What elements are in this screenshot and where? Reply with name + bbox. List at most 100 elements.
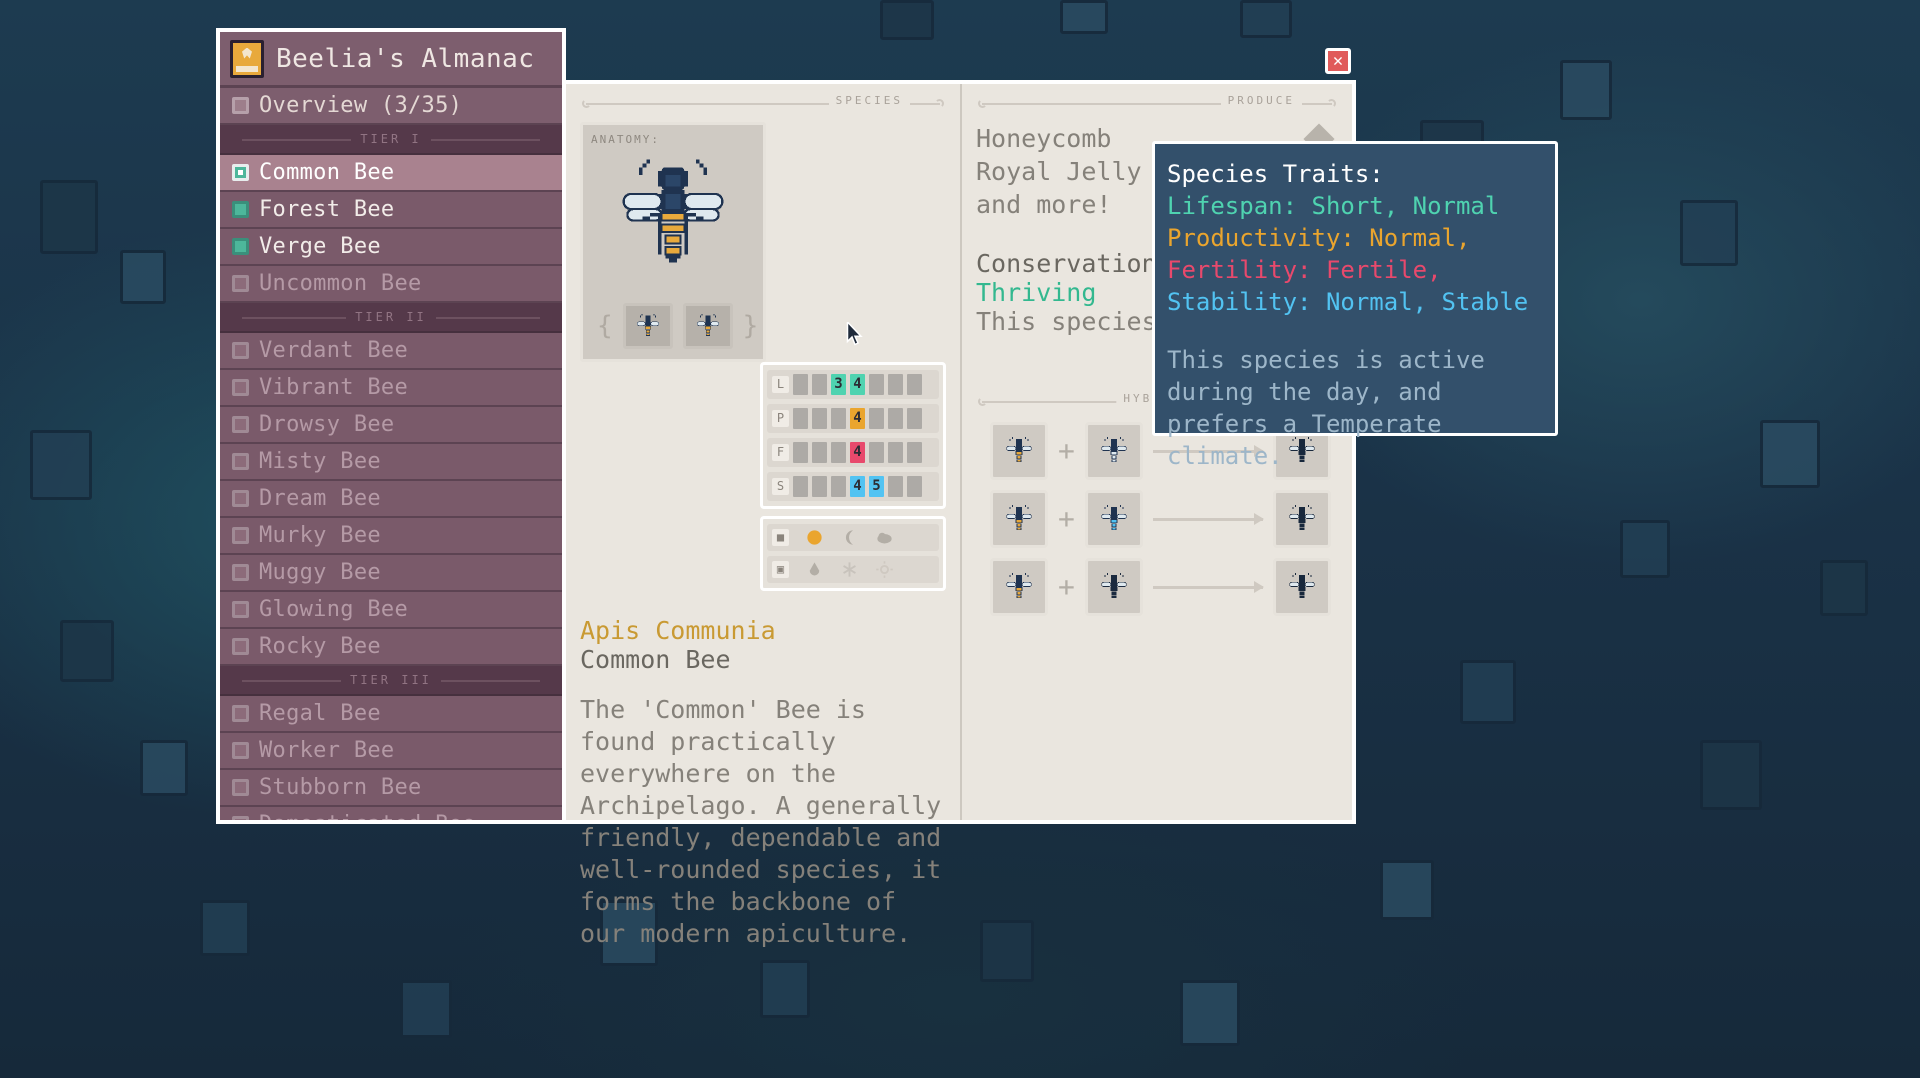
plus-icon: + xyxy=(1058,434,1075,467)
hybrid-parent-a[interactable] xyxy=(990,422,1048,480)
produce-header-label: PRODUCE xyxy=(1220,94,1302,107)
close-button[interactable]: ✕ xyxy=(1325,48,1351,74)
sidebar-item-common-bee[interactable]: Common Bee xyxy=(220,155,562,192)
sidebar-item-misty-bee[interactable]: Misty Bee xyxy=(220,444,562,481)
sidebar-item-drowsy-bee[interactable]: Drowsy Bee xyxy=(220,407,562,444)
hybrid-parent-b[interactable] xyxy=(1084,558,1143,616)
water-drop-icon[interactable] xyxy=(805,560,824,579)
stat-panel: L34 P4 F4 S45 ■ ▣ xyxy=(760,362,946,598)
stat-pip xyxy=(793,442,808,463)
hybrid-parent-b[interactable] xyxy=(1084,490,1143,548)
sidebar-item-label: Regal Bee xyxy=(259,701,381,726)
species-checkbox[interactable] xyxy=(232,564,249,581)
sidebar-item-overview[interactable]: Overview (3/35) xyxy=(220,88,562,125)
bee-icon xyxy=(1289,573,1315,599)
hybrid-parent-a[interactable] xyxy=(990,558,1048,616)
sidebar-item-stubborn-bee[interactable]: Stubborn Bee xyxy=(220,770,562,807)
species-checkbox[interactable] xyxy=(232,601,249,618)
species-checkbox[interactable] xyxy=(232,527,249,544)
background-tile xyxy=(1760,420,1820,488)
hybrid-result[interactable] xyxy=(1272,558,1331,616)
arrow-right-icon xyxy=(1152,512,1264,525)
overview-checkbox[interactable] xyxy=(232,97,249,114)
stat-pip xyxy=(812,408,827,429)
stat-row-stability[interactable]: S 45 xyxy=(767,472,939,501)
bee-icon xyxy=(1006,505,1032,531)
species-checkbox[interactable] xyxy=(232,416,249,433)
species-checkbox[interactable] xyxy=(232,816,249,820)
sidebar-item-rocky-bee[interactable]: Rocky Bee xyxy=(220,629,562,666)
stat-pip xyxy=(869,374,884,395)
species-checkbox[interactable] xyxy=(232,342,249,359)
anatomy-label: ANATOMY: xyxy=(591,133,660,146)
bee-anatomy-icon xyxy=(622,159,724,263)
stat-row-productivity[interactable]: P4 xyxy=(767,404,939,433)
stat-row-lifespan[interactable]: L 34 xyxy=(767,370,939,399)
sidebar-item-murky-bee[interactable]: Murky Bee xyxy=(220,518,562,555)
anatomy-slot-drone[interactable] xyxy=(682,303,733,349)
sidebar-item-label: Verge Bee xyxy=(259,234,381,259)
tooltip-title: Species Traits: xyxy=(1167,160,1384,188)
moon-icon[interactable] xyxy=(840,528,859,547)
background-tile xyxy=(40,180,98,254)
sidebar-item-uncommon-bee[interactable]: Uncommon Bee xyxy=(220,266,562,303)
hybrid-row: + xyxy=(976,558,1338,616)
stat-row-climate[interactable]: ▣ xyxy=(767,556,939,583)
sidebar-item-glowing-bee[interactable]: Glowing Bee xyxy=(220,592,562,629)
sidebar-item-label: Worker Bee xyxy=(259,738,395,763)
sidebar-item-forest-bee[interactable]: Forest Bee xyxy=(220,192,562,229)
sidebar-item-label: Muggy Bee xyxy=(259,560,381,585)
stat-pip xyxy=(907,442,922,463)
anatomy-slot-queen[interactable] xyxy=(622,303,673,349)
stat-pip xyxy=(907,476,922,497)
stat-row-time-of-day[interactable]: ■ xyxy=(767,524,939,551)
anatomy-slot-row: { } xyxy=(597,303,758,349)
background-tile xyxy=(1460,660,1516,724)
species-checkbox[interactable] xyxy=(232,779,249,796)
sidebar-item-dream-bee[interactable]: Dream Bee xyxy=(220,481,562,518)
sidebar-item-label: Stubborn Bee xyxy=(259,775,422,800)
sidebar-item-label: Common Bee xyxy=(259,160,395,185)
sidebar-item-vibrant-bee[interactable]: Vibrant Bee xyxy=(220,370,562,407)
cloud-icon[interactable] xyxy=(875,528,894,547)
species-checkbox[interactable] xyxy=(232,638,249,655)
bee-small-icon xyxy=(636,313,659,336)
species-checkbox[interactable] xyxy=(232,164,249,181)
species-checkbox[interactable] xyxy=(232,742,249,759)
species-list[interactable]: TIER I Common Bee Forest Bee Verge Bee Uncom… xyxy=(220,125,562,820)
sidebar-item-verdant-bee[interactable]: Verdant Bee xyxy=(220,333,562,370)
tooltip-productivity: Productivity: Normal, xyxy=(1167,224,1471,252)
species-checkbox[interactable] xyxy=(232,238,249,255)
background-tile xyxy=(140,740,188,796)
sun-icon[interactable] xyxy=(805,528,824,547)
sidebar-item-muggy-bee[interactable]: Muggy Bee xyxy=(220,555,562,592)
species-traits-tooltip: Species Traits: Lifespan: Short, Normal … xyxy=(1152,141,1558,470)
hybrid-parent-a[interactable] xyxy=(990,490,1048,548)
sidebar-item-worker-bee[interactable]: Worker Bee xyxy=(220,733,562,770)
sidebar-item-verge-bee[interactable]: Verge Bee xyxy=(220,229,562,266)
species-checkbox[interactable] xyxy=(232,201,249,218)
bee-icon xyxy=(1006,573,1032,599)
sidebar-item-regal-bee[interactable]: Regal Bee xyxy=(220,696,562,733)
snowflake-icon[interactable] xyxy=(840,560,859,579)
sidebar-item-label: Verdant Bee xyxy=(259,338,408,363)
species-checkbox[interactable] xyxy=(232,705,249,722)
species-checkbox[interactable] xyxy=(232,490,249,507)
sidebar-item-domesticated-bee[interactable]: Domesticated Bee xyxy=(220,807,562,820)
hybrid-result[interactable] xyxy=(1272,490,1331,548)
sunburst-icon[interactable] xyxy=(875,560,894,579)
species-checkbox[interactable] xyxy=(232,453,249,470)
hybrid-parent-b[interactable] xyxy=(1084,422,1143,480)
sidebar-item-label: Vibrant Bee xyxy=(259,375,408,400)
sidebar-item-label: Murky Bee xyxy=(259,523,381,548)
sidebar-item-label: Glowing Bee xyxy=(259,597,408,622)
stat-pip xyxy=(793,374,808,395)
stat-row-fertility[interactable]: F4 xyxy=(767,438,939,467)
stat-pip: 4 xyxy=(850,408,865,429)
almanac-window: Beelia's Almanac Overview (3/35) TIER I C… xyxy=(216,28,1558,948)
bee-icon xyxy=(1289,505,1315,531)
species-checkbox[interactable] xyxy=(232,275,249,292)
species-checkbox[interactable] xyxy=(232,379,249,396)
environment-card: ■ ▣ xyxy=(760,516,946,591)
sidebar-item-label: Dream Bee xyxy=(259,486,381,511)
